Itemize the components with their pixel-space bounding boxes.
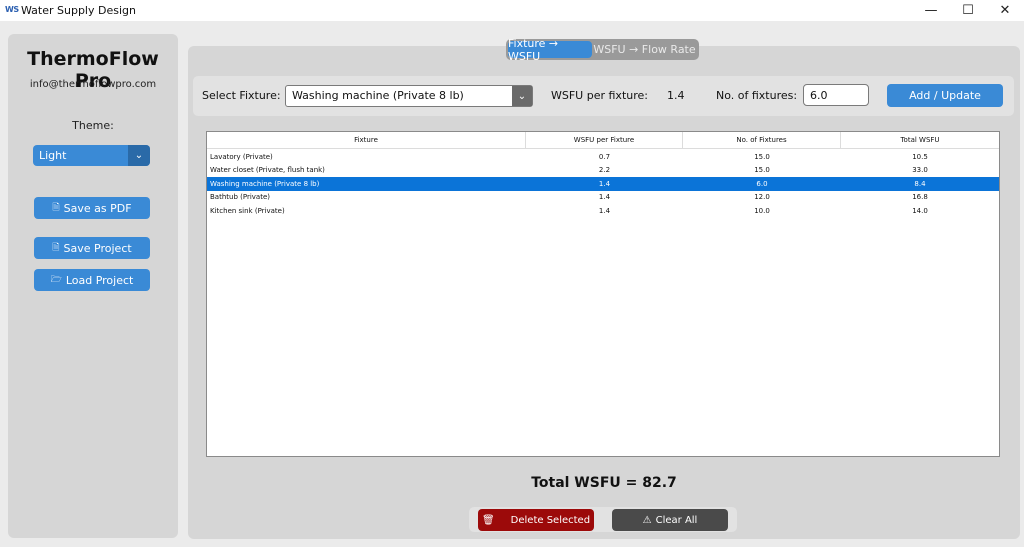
save-project-label: Save Project xyxy=(63,241,132,255)
load-project-button[interactable]: 🗁 Load Project xyxy=(34,269,150,291)
maximize-icon: ☐ xyxy=(962,3,974,18)
table-header: Fixture WSFU per Fixture No. of Fixtures… xyxy=(207,132,999,149)
column-header-fixture[interactable]: Fixture xyxy=(207,132,526,148)
theme-value: Light xyxy=(39,149,67,162)
app-icon: WS xyxy=(5,5,19,14)
table-row[interactable]: Bathtub (Private) 1.4 12.0 16.8 xyxy=(207,191,999,205)
table-cell: 10.5 xyxy=(912,152,928,161)
fixture-table: Fixture WSFU per Fixture No. of Fixtures… xyxy=(206,131,1000,457)
theme-select[interactable]: Light ⌄ xyxy=(33,145,150,166)
table-cell: 0.7 xyxy=(598,152,611,161)
fixture-count-label: No. of fixtures: xyxy=(716,89,798,102)
sidebar: ThermoFlow Pro info@thermoflowpro.com Th… xyxy=(8,34,178,538)
add-update-button[interactable]: Add / Update xyxy=(887,84,1003,107)
save-pdf-label: Save as PDF xyxy=(63,201,132,215)
table-cell: 2.2 xyxy=(598,166,611,175)
fixture-select-value: Washing machine (Private 8 lb) xyxy=(292,89,464,102)
table-row[interactable]: Water closet (Private, flush tank) 2.2 1… xyxy=(207,164,999,178)
chevron-down-icon[interactable]: ⌄ xyxy=(128,145,150,166)
fixture-input-bar: Select Fixture: Washing machine (Private… xyxy=(193,76,1014,116)
table-row-selected[interactable]: Washing machine (Private 8 lb) 1.4 6.0 8… xyxy=(207,177,999,191)
action-bar: 🗑 Delete Selected ⚠ Clear All xyxy=(469,507,737,532)
table-cell: 6.0 xyxy=(756,179,768,188)
save-project-button[interactable]: 🗎 Save Project xyxy=(34,237,150,259)
table-cell: Lavatory (Private) xyxy=(210,152,273,161)
save-pdf-button[interactable]: 🗎 Save as PDF xyxy=(34,197,150,219)
table-body: Lavatory (Private) 0.7 15.0 10.5 Water c… xyxy=(207,149,999,218)
load-project-label: Load Project xyxy=(65,273,134,287)
table-cell: 10.0 xyxy=(754,206,770,215)
table-cell: Bathtub (Private) xyxy=(210,193,270,202)
fixture-select[interactable]: Washing machine (Private 8 lb) ⌄ xyxy=(285,85,533,107)
title-bar: WS Water Supply Design — ☐ ✕ xyxy=(0,0,1024,21)
contact-email: info@thermoflowpro.com xyxy=(29,79,157,90)
table-cell: 1.4 xyxy=(598,206,611,215)
tab-wsfu-flow-rate[interactable]: WSFU → Flow Rate xyxy=(592,41,697,58)
table-cell: 8.4 xyxy=(914,179,926,188)
delete-selected-button[interactable]: 🗑 Delete Selected xyxy=(478,509,594,531)
fixture-count-input[interactable]: 6.0 xyxy=(803,84,869,106)
wsfu-per-fixture-label: WSFU per fixture: xyxy=(551,89,648,102)
column-header-wsfu-per-fixture[interactable]: WSFU per Fixture xyxy=(526,132,683,148)
table-cell: Kitchen sink (Private) xyxy=(210,206,285,215)
folder-icon: 🗁 xyxy=(50,275,62,285)
column-header-total-wsfu[interactable]: Total WSFU xyxy=(841,132,999,148)
close-icon: ✕ xyxy=(999,3,1011,18)
tab-fixture-wsfu[interactable]: Fixture → WSFU xyxy=(508,37,592,63)
table-cell: 15.0 xyxy=(754,152,770,161)
table-cell: Water closet (Private, flush tank) xyxy=(210,166,325,175)
column-header-no-of-fixtures[interactable]: No. of Fixtures xyxy=(683,132,841,148)
table-cell: 16.8 xyxy=(912,193,928,202)
chevron-down-icon[interactable]: ⌄ xyxy=(512,86,532,106)
table-cell: 15.0 xyxy=(754,166,770,175)
window-title: Water Supply Design xyxy=(21,4,136,17)
minimize-button[interactable]: — xyxy=(912,0,950,21)
close-button[interactable]: ✕ xyxy=(986,0,1024,21)
table-cell: 14.0 xyxy=(912,206,928,215)
warning-icon: ⚠ xyxy=(642,514,652,526)
save-icon: 🗎 xyxy=(52,243,60,253)
table-cell: 1.4 xyxy=(598,193,611,202)
table-cell: Washing machine (Private 8 lb) xyxy=(210,179,320,188)
theme-label: Theme: xyxy=(72,119,114,132)
total-wsfu: Total WSFU = 82.7 xyxy=(531,475,677,491)
table-row[interactable]: Kitchen sink (Private) 1.4 10.0 14.0 xyxy=(207,204,999,218)
clear-all-label: Clear All xyxy=(655,514,698,526)
maximize-button[interactable]: ☐ xyxy=(949,0,987,21)
mode-tabs: Fixture → WSFU WSFU → Flow Rate xyxy=(506,37,699,63)
trash-icon: 🗑 xyxy=(481,514,495,526)
minimize-icon: — xyxy=(924,3,938,18)
document-icon: 🗎 xyxy=(52,203,60,213)
table-cell: 1.4 xyxy=(598,179,611,188)
table-row[interactable]: Lavatory (Private) 0.7 15.0 10.5 xyxy=(207,150,999,164)
clear-all-button[interactable]: ⚠ Clear All xyxy=(612,509,728,531)
table-cell: 12.0 xyxy=(754,193,770,202)
delete-selected-label: Delete Selected xyxy=(510,514,591,526)
select-fixture-label: Select Fixture: xyxy=(202,89,281,102)
wsfu-per-fixture-value: 1.4 xyxy=(667,89,685,102)
table-cell: 33.0 xyxy=(912,166,928,175)
